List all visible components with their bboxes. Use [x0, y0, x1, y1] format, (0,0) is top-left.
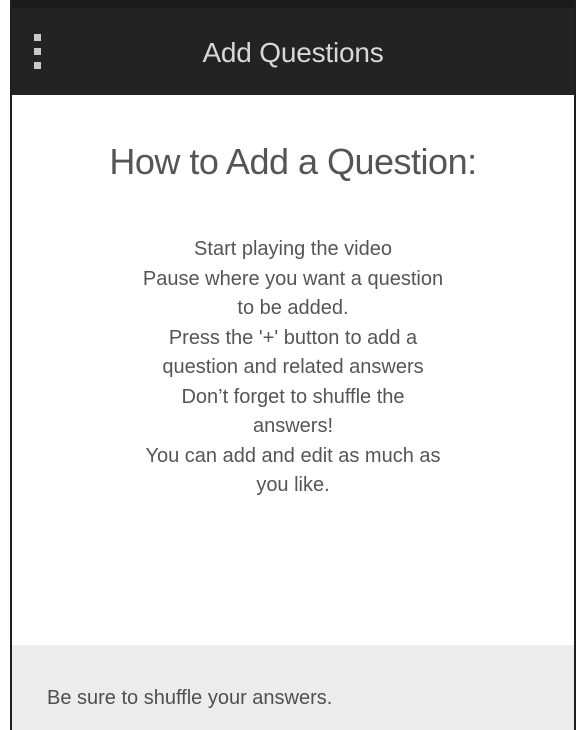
instruction-line: answers! — [252, 415, 334, 437]
top-bar: Add Questions — [12, 0, 574, 95]
instruction-line: Pause where you want a question — [142, 267, 444, 290]
instructions-panel: How to Add a Question: Start playing the… — [12, 95, 574, 730]
instruction-line: You can add and edit as much as — [145, 444, 441, 467]
instructions-heading: How to Add a Question: — [109, 141, 477, 182]
instruction-line: question and related answers — [162, 356, 424, 378]
instruction-line: Press the '+' button to add a — [168, 326, 418, 349]
instructions-text: Start playing the video Pause where you … — [86, 235, 500, 501]
instruction-line: Start playing the video — [194, 238, 392, 260]
instruction-line: you like. — [256, 474, 330, 496]
app-window: Add Questions How to Add a Question: Sta… — [10, 0, 576, 730]
instruction-line: Don’t forget to shuffle the — [181, 385, 405, 408]
footer-note: Be sure to shuffle your answers. — [47, 687, 333, 709]
footer-bar: Be sure to shuffle your answers. — [12, 645, 574, 730]
instruction-line: to be added. — [237, 297, 349, 319]
page-title: Add Questions — [202, 37, 384, 68]
